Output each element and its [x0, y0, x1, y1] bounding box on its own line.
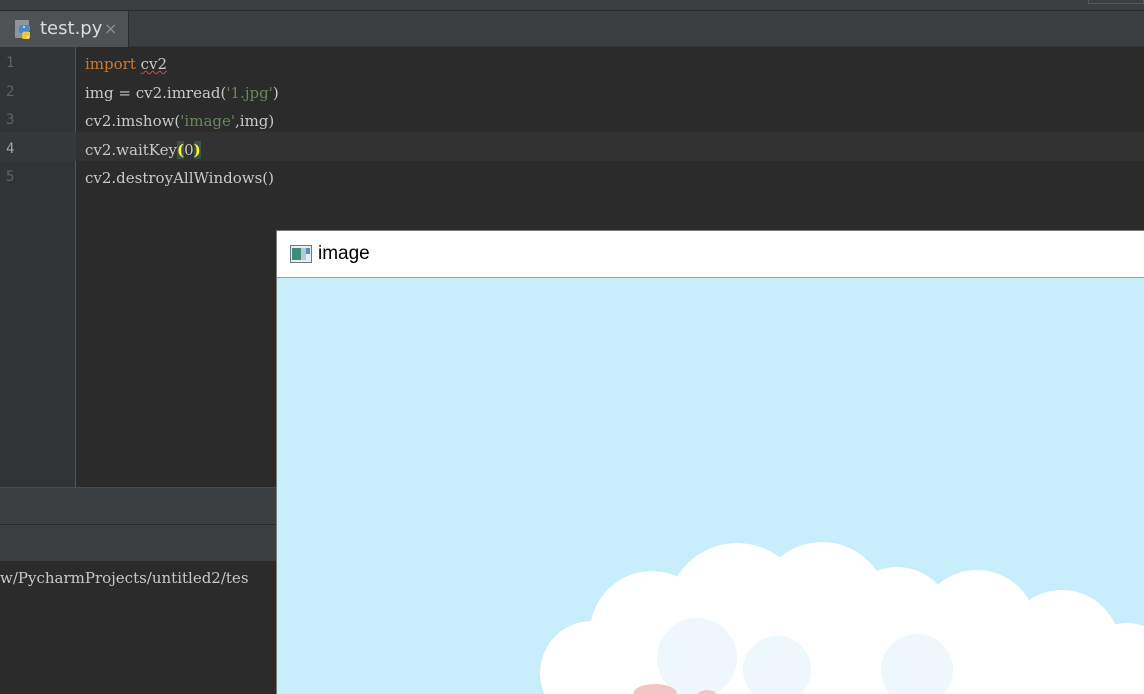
code-line[interactable]: cv2.destroyAllWindows() [85, 169, 274, 187]
code-token: cv2 [140, 55, 168, 73]
code-token: cv2.imshow( [85, 112, 181, 131]
code-token: ( [176, 140, 185, 159]
line-number: 1 [6, 55, 15, 71]
window-control-edge [1088, 0, 1144, 4]
image-window-title: image [318, 243, 370, 264]
image-window-titlebar[interactable]: image [277, 231, 1144, 278]
line-number: 3 [6, 112, 15, 129]
displayed-image [277, 278, 1144, 694]
code-token: cv2.waitKey [85, 140, 177, 159]
code-token: import [85, 55, 136, 73]
top-strip [0, 0, 1144, 10]
line-number: 2 [6, 83, 15, 100]
bottom-panel-header [0, 487, 280, 524]
code-token: 0 [184, 140, 194, 159]
editor-tab-bar: test.py × [0, 10, 1144, 47]
line-number: 5 [6, 169, 15, 186]
code-token: ) [193, 140, 201, 159]
python-file-icon [15, 20, 30, 39]
run-toolbar [0, 524, 280, 561]
code-token: ) [272, 83, 279, 102]
close-icon[interactable]: × [104, 19, 117, 38]
image-window[interactable]: image [276, 230, 1144, 694]
code-token: ,img) [235, 112, 275, 131]
run-console[interactable]: w/PycharmProjects/untitled2/tes [0, 561, 280, 694]
code-token: 'image' [180, 112, 235, 131]
code-token: img = cv2.imread( [85, 83, 227, 102]
code-token: '1.jpg' [226, 83, 273, 102]
code-line[interactable]: cv2.waitKey(0) [85, 140, 201, 159]
code-line[interactable]: img = cv2.imread('1.jpg') [85, 84, 279, 102]
tab-test-py[interactable]: test.py × [0, 11, 129, 47]
tab-filename: test.py [40, 18, 103, 39]
window-app-icon [290, 245, 312, 263]
sky-cloud-image [277, 278, 1144, 694]
code-line[interactable]: import cv2 [85, 55, 167, 73]
code-line[interactable]: cv2.imshow('image',img) [85, 112, 274, 130]
console-path-line: w/PycharmProjects/untitled2/tes [0, 569, 249, 587]
code-token: cv2.destroyAllWindows() [85, 169, 274, 188]
line-number: 4 [6, 140, 15, 157]
